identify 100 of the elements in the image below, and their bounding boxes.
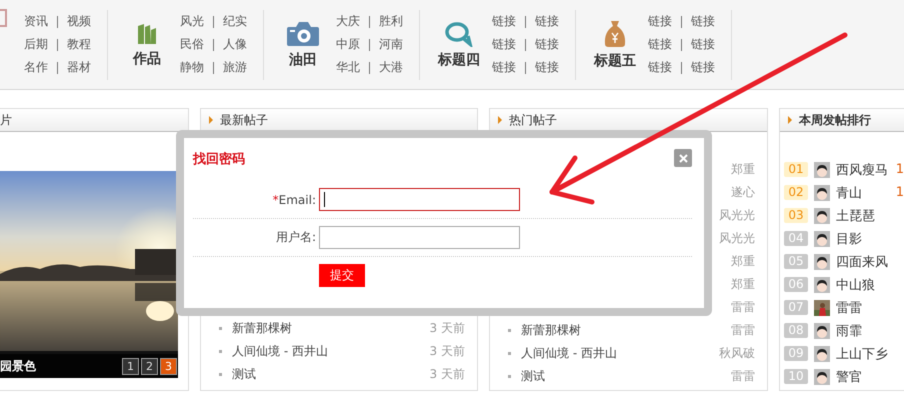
post-author: 郑重 — [731, 161, 755, 178]
nav-link[interactable]: 链接 — [535, 36, 559, 53]
page-button[interactable]: 1 — [122, 358, 139, 374]
bullet-icon — [219, 327, 222, 330]
user-link[interactable]: 目影 — [836, 230, 904, 248]
nav-link[interactable]: 链接 — [691, 59, 715, 76]
nav-link[interactable]: 华北 — [336, 59, 360, 76]
nav-link[interactable]: 人像 — [223, 36, 247, 53]
nav-link[interactable]: 资讯 — [24, 13, 48, 30]
field-label: 用户名: — [276, 230, 316, 244]
input-field[interactable] — [319, 226, 520, 249]
close-icon — [678, 154, 688, 162]
nav-link[interactable]: 纪实 — [223, 13, 247, 30]
nav-link[interactable]: 链接 — [535, 59, 559, 76]
user-link[interactable]: 中山狼 — [836, 276, 904, 294]
post-time: 3 天前 — [430, 343, 465, 360]
submit-button[interactable]: 提交 — [319, 264, 365, 287]
user-link[interactable]: 警官 — [836, 368, 904, 386]
nav-link[interactable]: 胜利 — [379, 13, 403, 30]
dialog-title: 找回密码 — [193, 150, 245, 168]
post-author: 遂心 — [731, 184, 755, 201]
nav-link[interactable]: 大港 — [379, 59, 403, 76]
nav-link[interactable]: 教程 — [67, 36, 91, 53]
triangle-icon — [788, 116, 792, 124]
avatar-icon — [814, 184, 830, 200]
nav-link[interactable]: 旅游 — [223, 59, 247, 76]
nav-link[interactable]: 链接 — [492, 59, 516, 76]
triangle-icon — [498, 116, 502, 124]
nav-link[interactable]: 链接 — [691, 13, 715, 30]
nav-link[interactable]: 器材 — [67, 59, 91, 76]
avatar-icon — [814, 346, 830, 362]
nav-link[interactable]: 链接 — [648, 59, 672, 76]
money-bag-icon — [603, 20, 627, 48]
avatar-icon — [814, 322, 830, 338]
post-link[interactable]: 测试 — [232, 366, 430, 383]
nav-link[interactable]: 链接 — [492, 36, 516, 53]
post-link[interactable]: 人间仙境 - 西井山 — [232, 343, 430, 360]
nav-link[interactable]: 链接 — [648, 36, 672, 53]
nav-link[interactable]: 链接 — [691, 36, 715, 53]
user-link[interactable]: 青山 — [836, 184, 892, 202]
rank-badge: 02 — [784, 185, 808, 200]
user-link[interactable]: 西风瘦马 — [836, 160, 892, 178]
avatar-icon — [814, 368, 830, 384]
post-author: 雷雷 — [731, 322, 755, 339]
post-count: 1 — [896, 185, 904, 200]
user-link[interactable]: 雨霏 — [836, 322, 904, 340]
panel-title: 最新帖子 — [220, 112, 268, 128]
post-link[interactable]: 新蕾那棵树 — [521, 322, 731, 339]
post-link[interactable]: 人间仙境 - 西井山 — [521, 345, 719, 362]
category-title[interactable]: 作品 — [133, 50, 161, 68]
page-button[interactable]: 2 — [141, 358, 158, 374]
nav-link[interactable]: 链接 — [492, 13, 516, 30]
rank-badge: 01 — [784, 162, 808, 177]
photo-caption: 园景色 — [0, 358, 36, 374]
nav-link[interactable]: 视频 — [67, 13, 91, 30]
post-author: 风光光 — [719, 230, 755, 247]
nav-link[interactable]: 名作 — [24, 59, 48, 76]
nav-link[interactable]: 后期 — [24, 36, 48, 53]
category-title[interactable]: 标题四 — [438, 50, 480, 68]
post-count: 1 — [896, 162, 904, 177]
bullet-icon — [508, 375, 511, 378]
nav-link[interactable]: 静物 — [180, 59, 204, 76]
user-link[interactable]: 雷雷 — [836, 298, 904, 316]
post-link[interactable]: 测试 — [521, 368, 731, 385]
category-title[interactable]: 标题五 — [594, 52, 636, 70]
post-link[interactable]: 新蕾那棵树 — [232, 320, 430, 337]
avatar-icon — [814, 230, 830, 246]
input-field[interactable] — [319, 188, 520, 211]
panel-title: 本周发帖排行 — [799, 112, 871, 128]
user-link[interactable]: 四面来风 — [836, 252, 904, 270]
nav-link[interactable]: 大庆 — [336, 13, 360, 30]
post-author: 雷雷 — [731, 299, 755, 316]
nav-link[interactable]: 链接 — [648, 13, 672, 30]
avatar-icon — [814, 254, 830, 270]
bullet-icon — [508, 352, 511, 355]
camera-icon — [286, 20, 320, 46]
panel-title: 热门帖子 — [509, 112, 557, 128]
field-label: Email: — [278, 192, 316, 206]
nav-link[interactable]: 风光 — [180, 13, 204, 30]
post-author: 郑重 — [731, 276, 755, 293]
post-time: 3 天前 — [430, 366, 465, 383]
avatar-icon — [814, 208, 830, 224]
close-button[interactable] — [674, 149, 692, 167]
post-author: 秋风破 — [719, 345, 755, 362]
triangle-icon — [209, 116, 213, 124]
nav-link[interactable]: 河南 — [379, 36, 403, 53]
nav-link[interactable]: 链接 — [535, 13, 559, 30]
bullet-icon — [219, 373, 222, 376]
books-icon — [137, 22, 157, 46]
user-link[interactable]: 上山下乡 — [836, 344, 904, 362]
nav-link[interactable]: 民俗 — [180, 36, 204, 53]
category-title[interactable]: 油田 — [289, 50, 317, 68]
bullet-icon — [219, 350, 222, 353]
avatar-icon — [814, 276, 830, 292]
user-link[interactable]: 土琵琶 — [836, 206, 904, 224]
nav-link[interactable]: 中原 — [336, 36, 360, 53]
bullet-icon — [508, 329, 511, 332]
page-button[interactable]: 3 — [160, 358, 177, 374]
post-time: 3 天前 — [430, 320, 465, 337]
rank-badge: 03 — [784, 208, 808, 223]
